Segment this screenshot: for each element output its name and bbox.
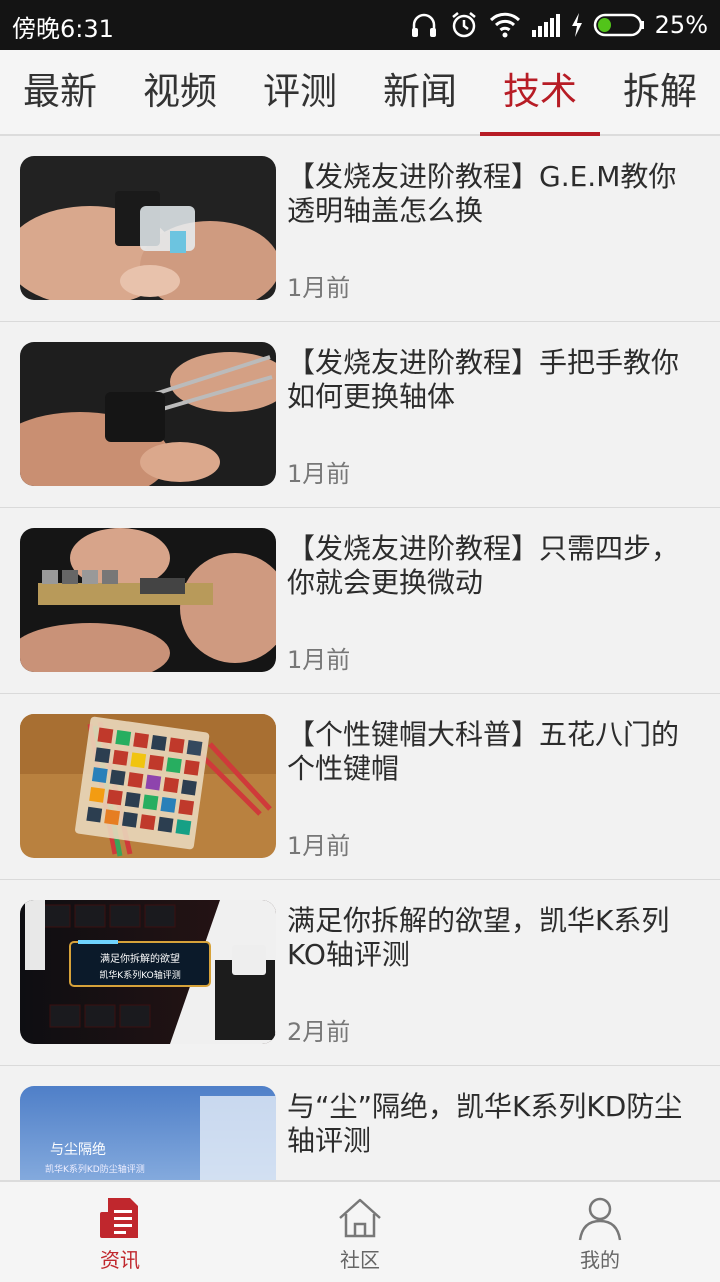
article-title: 【发烧友进阶教程】手把手教你如何更换轴体 bbox=[287, 346, 680, 413]
nav-community[interactable]: 社区 bbox=[240, 1182, 480, 1282]
thumb-caption-line2: 凯华K系列KO轴评测 bbox=[99, 969, 180, 981]
article-title: 与“尘”隔绝，凯华K系列KD防尘轴评测 bbox=[287, 1090, 683, 1157]
list-item[interactable]: 【发烧友进阶教程】手把手教你如何更换轴体 1月前 bbox=[0, 322, 720, 509]
article-list: 【发烧友进阶教程】G.E.M教你透明轴盖怎么换 1月前 【发烧友进阶教程】手把手… bbox=[0, 136, 720, 1180]
article-title: 满足你拆解的欲望，凯华K系列KO轴评测 bbox=[287, 904, 670, 971]
person-icon bbox=[578, 1197, 622, 1241]
article-thumbnail: 与尘隔绝 凯华K系列KD防尘轴评测 bbox=[20, 1086, 276, 1180]
thumb-caption-line1: 与尘隔绝 bbox=[50, 1142, 106, 1158]
list-item[interactable]: 与尘隔绝 凯华K系列KD防尘轴评测 与“尘”隔绝，凯华K系列KD防尘轴评测 bbox=[0, 1066, 720, 1180]
nav-profile[interactable]: 我的 bbox=[480, 1182, 720, 1282]
article-title: 【发烧友进阶教程】只需四步，你就会更换微动 bbox=[287, 532, 680, 599]
status-bar: 傍晚6:31 25% bbox=[0, 0, 720, 50]
thumb-caption-line1: 满足你拆解的欲望 bbox=[100, 952, 180, 965]
status-time: 傍晚6:31 bbox=[12, 15, 114, 43]
thumb-caption-line2: 凯华K系列KD防尘轴评测 bbox=[45, 1163, 145, 1175]
nav-community-label: 社区 bbox=[340, 1248, 380, 1272]
article-title: 【发烧友进阶教程】G.E.M教你透明轴盖怎么换 bbox=[287, 160, 677, 227]
article-date: 1月前 bbox=[287, 832, 351, 860]
wifi-icon bbox=[489, 12, 520, 38]
home-icon bbox=[339, 1198, 381, 1238]
article-thumbnail bbox=[20, 156, 276, 300]
nav-news[interactable]: 资讯 bbox=[0, 1182, 240, 1282]
charging-icon bbox=[571, 13, 582, 37]
tab-tech[interactable]: 技术 bbox=[480, 50, 600, 136]
article-date: 2月前 bbox=[287, 1018, 351, 1046]
bottom-nav: 资讯 社区 我的 bbox=[0, 1180, 720, 1282]
list-item[interactable]: 【个性键帽大科普】五花八门的个性键帽 1月前 bbox=[0, 694, 720, 881]
article-thumbnail: 满足你拆解的欲望 凯华K系列KO轴评测 bbox=[20, 900, 276, 1044]
article-date: 1月前 bbox=[287, 646, 351, 674]
headset-icon bbox=[411, 13, 436, 37]
signal-icon bbox=[531, 14, 560, 37]
nav-profile-label: 我的 bbox=[580, 1248, 620, 1272]
tab-teardown[interactable]: 拆解 bbox=[600, 50, 720, 134]
article-thumbnail bbox=[20, 714, 276, 858]
tab-video[interactable]: 视频 bbox=[120, 50, 240, 134]
list-item[interactable]: 【发烧友进阶教程】G.E.M教你透明轴盖怎么换 1月前 bbox=[0, 136, 720, 323]
tab-news[interactable]: 新闻 bbox=[360, 50, 480, 134]
list-item[interactable]: 【发烧友进阶教程】只需四步，你就会更换微动 1月前 bbox=[0, 508, 720, 695]
tab-review[interactable]: 评测 bbox=[240, 50, 360, 134]
category-tabs: 最新 视频 评测 新闻 技术 拆解 bbox=[0, 50, 720, 136]
tab-latest[interactable]: 最新 bbox=[0, 50, 120, 134]
article-thumbnail bbox=[20, 342, 276, 486]
alarm-icon bbox=[451, 12, 476, 38]
article-date: 1月前 bbox=[287, 460, 351, 488]
list-item[interactable]: 满足你拆解的欲望 凯华K系列KO轴评测 满足你拆解的欲望，凯华K系列KO轴评测 … bbox=[0, 880, 720, 1067]
nav-news-label: 资讯 bbox=[100, 1248, 140, 1272]
news-icon bbox=[100, 1198, 138, 1238]
article-thumbnail bbox=[20, 528, 276, 672]
battery-percent: 25% bbox=[654, 11, 708, 39]
battery-icon bbox=[593, 13, 644, 37]
article-date: 1月前 bbox=[287, 274, 351, 302]
article-title: 【个性键帽大科普】五花八门的个性键帽 bbox=[287, 718, 680, 785]
